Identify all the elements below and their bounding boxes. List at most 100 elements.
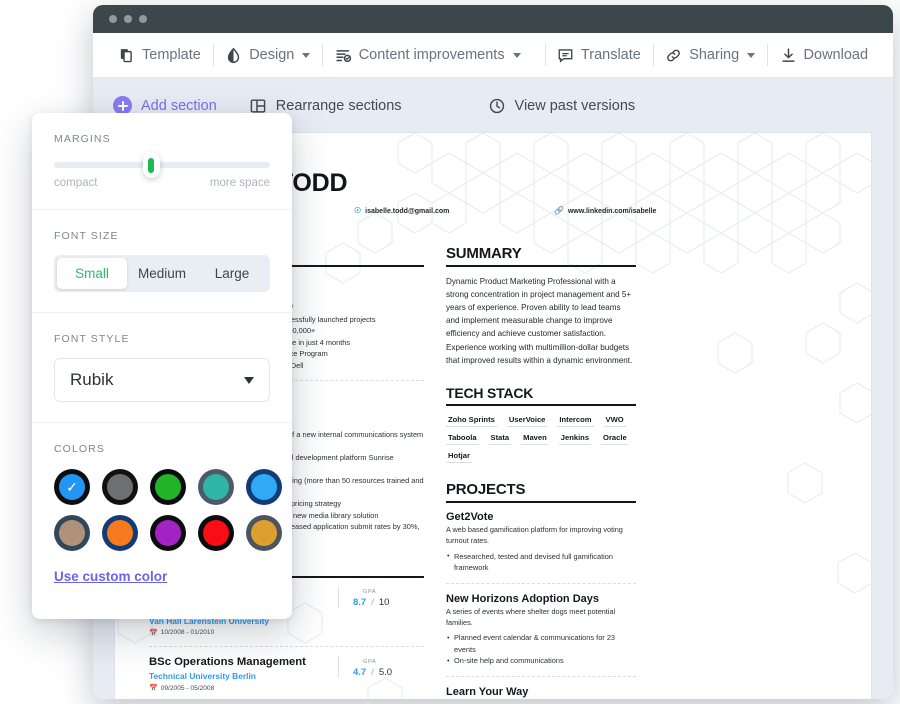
rearrange-icon [250, 98, 266, 113]
slider-thumb[interactable] [142, 152, 160, 178]
swatch-fill [251, 474, 277, 500]
slider-track[interactable] [54, 162, 270, 168]
window-dot-close[interactable] [109, 15, 117, 23]
chevron-down-icon [747, 52, 756, 58]
swatch-fill [203, 474, 229, 500]
project-description: A web based gamification platform for im… [446, 524, 623, 545]
tech-stack-heading: TECH STACK [446, 385, 636, 406]
main-toolbar: Template Design Content improvements Tra… [93, 33, 893, 78]
color-swatch-orange[interactable] [102, 515, 138, 551]
projects-heading: PROJECTS [446, 481, 636, 503]
gpa-max: 10 [378, 597, 390, 609]
color-swatch-red[interactable] [198, 515, 234, 551]
gpa-slash: / [371, 597, 374, 609]
color-swatch-row [54, 515, 282, 551]
toolbar-translate-label: Translate [580, 47, 641, 63]
content-improvements-icon [336, 49, 351, 62]
education-gpa: GPA 8.7 / 10 [338, 586, 424, 609]
education-details: BSc Operations Management Technical Univ… [149, 656, 338, 693]
project-bullet: Researched, tested and devised full gami… [446, 550, 636, 574]
gpa-max: 5.0 [378, 666, 393, 678]
swatch-fill [203, 520, 229, 546]
screenshot-root: Template Design Content improvements Tra… [0, 0, 900, 704]
toolbar-design-button[interactable]: Design [214, 40, 321, 70]
color-swatch-gold[interactable] [246, 515, 282, 551]
swatch-fill [59, 520, 85, 546]
project-item[interactable]: New Horizons Adoption Days A series of e… [446, 593, 636, 667]
gpa-value-row: 4.7 / 5.0 [351, 667, 424, 678]
toolbar-translate-button[interactable]: Translate [546, 40, 652, 70]
contact-linkedin-value: www.linkedin.com/isabelle [567, 207, 657, 215]
toolbar-download-label: Download [803, 47, 869, 63]
colors-section: COLORS ✓ Use custom color [32, 422, 292, 606]
education-item[interactable]: BSc Operations Management Technical Univ… [149, 655, 424, 693]
slider-endpoints: compact more space [54, 177, 270, 189]
tech-chip: Zoho Sprints [446, 414, 497, 427]
color-swatch-green[interactable] [150, 469, 186, 505]
tech-chip: Intercom [557, 414, 594, 427]
calendar-icon: 📅 [149, 629, 158, 637]
font-style-select[interactable]: Rubik [54, 358, 270, 402]
tech-stack-list: Zoho Sprints UserVoice Intercom VWO Tabo… [446, 414, 636, 463]
contact-email: ☉ isabelle.todd@gmail.com [354, 207, 554, 215]
font-size-segmented-control: Small Medium Large [54, 255, 270, 292]
use-custom-color-link[interactable]: Use custom color [54, 569, 167, 584]
font-style-selected-value: Rubik [70, 370, 114, 389]
window-dot-maximize[interactable] [139, 15, 147, 23]
color-swatch-light-blue[interactable] [246, 469, 282, 505]
toolbar-download-button[interactable]: Download [769, 40, 880, 70]
rearrange-sections-button[interactable]: Rearrange sections [249, 97, 402, 115]
font-size-section: FONT SIZE Small Medium Large [32, 209, 292, 312]
project-title: Learn Your Way [446, 685, 529, 698]
translate-icon [558, 48, 573, 63]
swatch-fill: ✓ [59, 474, 85, 500]
swatch-fill [155, 520, 181, 546]
toolbar-sharing-label: Sharing [689, 47, 740, 63]
toolbar-content-improvements-button[interactable]: Content improvements [324, 40, 532, 70]
swatch-fill [107, 474, 133, 500]
color-swatch-row: ✓ [54, 469, 282, 505]
rearrange-sections-label: Rearrange sections [275, 97, 402, 114]
toolbar-content-improvements-label: Content improvements [358, 47, 505, 63]
font-size-label: FONT SIZE [54, 230, 119, 242]
slider-min-label: compact [54, 177, 98, 189]
gpa-slash: / [371, 666, 374, 678]
education-school: Technical University Berlin [149, 671, 256, 682]
margins-slider[interactable] [54, 152, 270, 178]
toolbar-template-button[interactable]: Template [107, 40, 212, 70]
education-meta: 📅 09/2005 - 05/2008 [149, 684, 338, 693]
gpa-value: 8.7 [353, 597, 367, 609]
project-item[interactable]: Get2Vote A web based gamification platfo… [446, 511, 636, 574]
toolbar-sharing-button[interactable]: Sharing [654, 40, 766, 70]
template-icon [120, 48, 132, 62]
tech-chip: VWO [603, 414, 626, 427]
margins-label: MARGINS [54, 133, 111, 145]
link-icon [667, 49, 681, 61]
color-swatch-blue[interactable]: ✓ [54, 469, 90, 505]
download-icon [781, 47, 795, 62]
font-size-option-medium[interactable]: Medium [127, 258, 197, 289]
tech-chip: Hotjar [446, 450, 472, 463]
swatch-fill [107, 520, 133, 546]
color-swatch-gray[interactable] [102, 469, 138, 505]
summary-heading: SUMMARY [446, 245, 636, 267]
color-swatch-grid: ✓ [54, 469, 282, 551]
tech-chip: UserVoice [506, 414, 548, 427]
font-size-option-large[interactable]: Large [197, 258, 267, 289]
tech-chip: Oracle [601, 432, 629, 445]
color-swatch-purple[interactable] [150, 515, 186, 551]
resume-right-column: SUMMARY Dynamic Product Marketing Profes… [446, 245, 636, 699]
education-degree: BSc Operations Management [149, 655, 306, 668]
project-item[interactable]: Learn Your Way An organization helping h… [446, 686, 636, 699]
view-past-versions-button[interactable]: View past versions [488, 97, 635, 115]
font-size-option-small[interactable]: Small [57, 258, 127, 289]
clock-icon [489, 98, 504, 113]
education-dates: 📅 09/2005 - 05/2008 [149, 684, 215, 693]
color-swatch-tan[interactable] [54, 515, 90, 551]
window-titlebar [93, 5, 893, 33]
contact-email-value: isabelle.todd@gmail.com [365, 207, 450, 215]
tech-chip: Maven [521, 432, 549, 445]
design-settings-panel: MARGINS compact more space FONT SIZE Sma… [32, 113, 292, 619]
color-swatch-teal[interactable] [198, 469, 234, 505]
window-dot-minimize[interactable] [124, 15, 132, 23]
